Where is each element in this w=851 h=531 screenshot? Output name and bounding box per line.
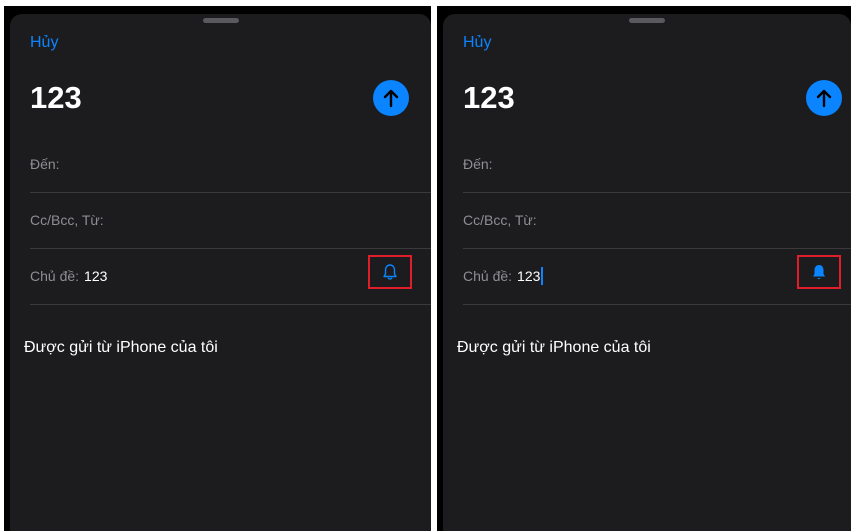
- compose-sheet: Hủy 123 Đến: Cc/Bcc, Từ: Chủ đề: 123 Đượ…: [10, 14, 431, 531]
- notify-me-button[interactable]: [368, 255, 412, 289]
- to-label: Đến:: [463, 156, 493, 172]
- bell-filled-icon: [813, 265, 825, 280]
- bell-outline-icon: [383, 264, 397, 280]
- sheet-grabber[interactable]: [629, 18, 665, 23]
- message-title: 123: [463, 80, 515, 115]
- sheet-grabber[interactable]: [202, 18, 239, 23]
- subject-label: Chủ đề:: [463, 268, 513, 284]
- subject-value[interactable]: 123: [517, 268, 540, 284]
- cc-bcc-from-label: Cc/Bcc, Từ:: [30, 212, 104, 228]
- arrow-up-icon: [383, 89, 399, 108]
- message-body[interactable]: Được gửi từ iPhone của tôi: [24, 339, 218, 357]
- send-button[interactable]: [373, 80, 409, 116]
- compose-screen-before: Hủy 123 Đến: Cc/Bcc, Từ: Chủ đề: 123 Đượ…: [4, 6, 431, 531]
- subject-field[interactable]: Chủ đề: 123: [463, 248, 851, 305]
- message-body[interactable]: Được gửi từ iPhone của tôi: [457, 339, 651, 357]
- message-title: 123: [30, 80, 82, 115]
- text-cursor: [541, 267, 544, 285]
- to-field[interactable]: Đến:: [463, 136, 851, 193]
- subject-label: Chủ đề:: [30, 268, 80, 284]
- cc-bcc-from-field[interactable]: Cc/Bcc, Từ:: [30, 192, 431, 249]
- send-button[interactable]: [806, 80, 842, 116]
- cancel-button[interactable]: Hủy: [30, 34, 58, 52]
- to-field[interactable]: Đến:: [30, 136, 431, 193]
- subject-field[interactable]: Chủ đề: 123: [30, 248, 431, 305]
- to-label: Đến:: [30, 156, 60, 172]
- compose-screen-after: Hủy 123 Đến: Cc/Bcc, Từ: Chủ đề: 123 Đượ…: [437, 6, 851, 531]
- compose-sheet: Hủy 123 Đến: Cc/Bcc, Từ: Chủ đề: 123 Đượ…: [443, 14, 851, 531]
- notify-me-button[interactable]: [797, 255, 841, 289]
- cancel-button[interactable]: Hủy: [463, 34, 491, 52]
- arrow-up-icon: [816, 89, 832, 108]
- cc-bcc-from-label: Cc/Bcc, Từ:: [463, 212, 537, 228]
- cc-bcc-from-field[interactable]: Cc/Bcc, Từ:: [463, 192, 851, 249]
- subject-value[interactable]: 123: [84, 268, 107, 284]
